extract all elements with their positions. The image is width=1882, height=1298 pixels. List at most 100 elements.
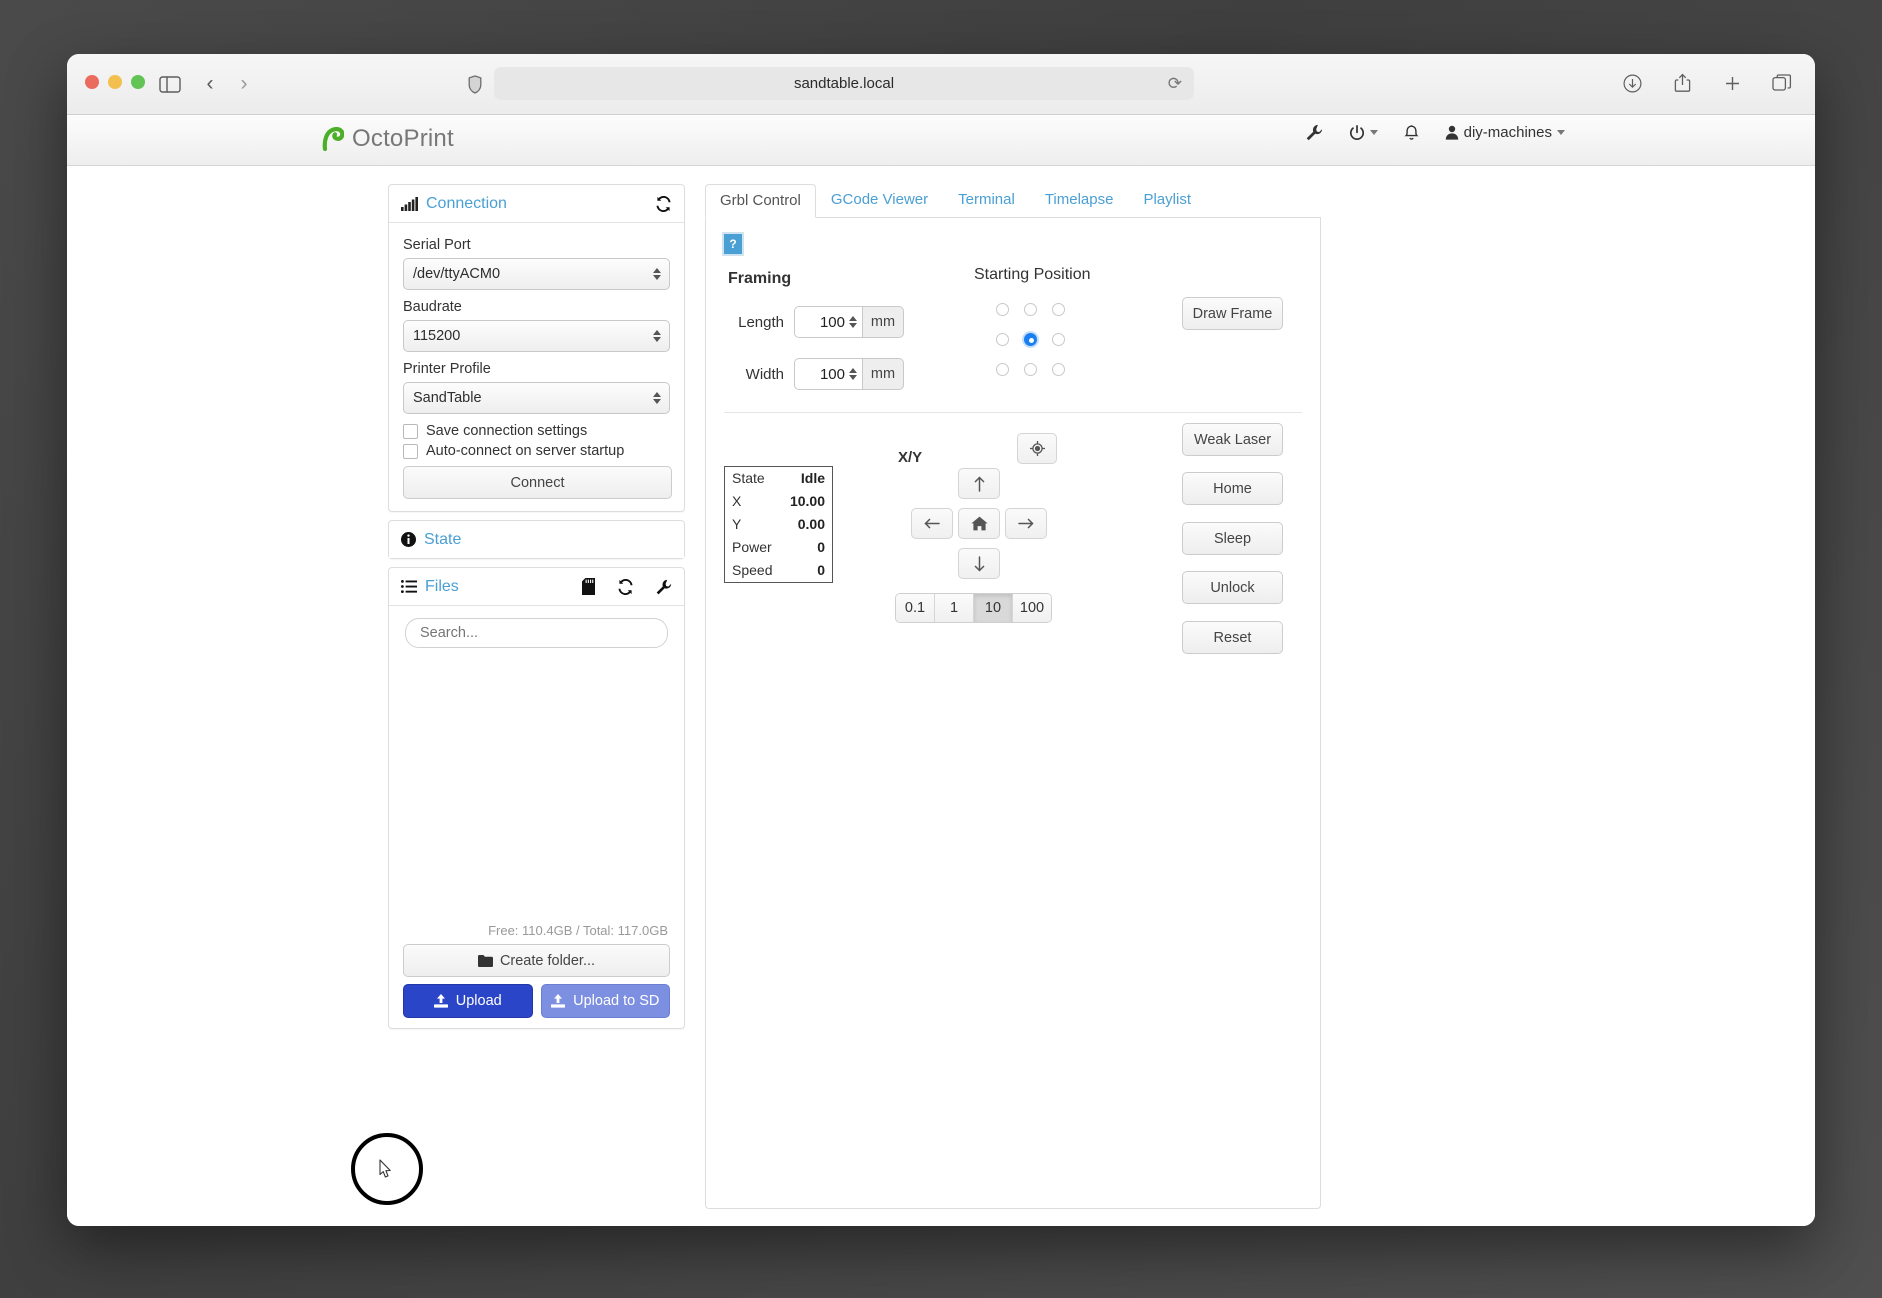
width-input-group: 100 mm: [794, 358, 904, 390]
wrench-icon[interactable]: [1306, 124, 1323, 141]
reset-button[interactable]: Reset: [1182, 621, 1283, 654]
maximize-window-button[interactable]: [131, 75, 145, 89]
status-value: 0.00: [797, 516, 825, 532]
start-pos-radio-bottom-right[interactable]: [1051, 362, 1065, 376]
length-value: 100: [819, 313, 845, 331]
width-input[interactable]: 100: [794, 358, 862, 390]
sidebar-toggle-icon[interactable]: [156, 70, 184, 98]
printer-profile-select[interactable]: SandTable: [403, 382, 670, 414]
length-unit: mm: [862, 306, 904, 338]
step-size-10-button[interactable]: 10: [974, 594, 1013, 622]
step-size-0.1-button[interactable]: 0.1: [896, 594, 935, 622]
search-input[interactable]: [405, 618, 668, 648]
close-window-button[interactable]: [85, 75, 99, 89]
step-size-1-button[interactable]: 1: [935, 594, 974, 622]
weak-laser-button[interactable]: Weak Laser: [1182, 423, 1283, 456]
width-value: 100: [819, 365, 845, 383]
files-panel-header[interactable]: Files: [389, 568, 684, 606]
start-pos-radio-top-center[interactable]: [1023, 302, 1037, 316]
start-pos-radio-mid-left[interactable]: [995, 332, 1009, 346]
machine-status-table: State Idle X 10.00 Y 0.00 Power 0 Speed …: [724, 466, 833, 583]
baudrate-select[interactable]: 115200: [403, 320, 670, 352]
start-pos-radio-center[interactable]: [1023, 332, 1037, 346]
start-pos-radio-mid-right[interactable]: [1051, 332, 1065, 346]
user-menu[interactable]: diy-machines: [1445, 124, 1565, 141]
crosshair-icon[interactable]: [1017, 433, 1057, 464]
upload-to-sd-button[interactable]: Upload to SD: [540, 984, 670, 1018]
home-button[interactable]: Home: [1182, 472, 1283, 505]
baudrate-value: 115200: [413, 328, 461, 344]
octoprint-brand[interactable]: OctoPrint: [322, 125, 454, 153]
tab-playlist[interactable]: Playlist: [1128, 183, 1206, 217]
save-connection-settings-checkbox[interactable]: [403, 423, 418, 439]
jog-y-minus-button[interactable]: [958, 548, 1000, 579]
files-search-wrap: [389, 606, 684, 658]
autoconnect-row[interactable]: Auto-connect on server startup: [403, 443, 670, 459]
sd-card-icon[interactable]: [582, 578, 595, 595]
upload-to-sd-label: Upload to SD: [573, 993, 660, 1009]
power-icon[interactable]: [1349, 124, 1378, 141]
forward-chevron-icon[interactable]: ›: [232, 70, 256, 98]
width-label: Width: [745, 365, 784, 383]
connection-panel-header[interactable]: Connection: [389, 185, 684, 223]
table-row: Y 0.00: [725, 513, 832, 536]
bell-icon[interactable]: [1403, 124, 1419, 141]
tab-overview-icon[interactable]: [1769, 68, 1795, 98]
tab-grbl-control[interactable]: Grbl Control: [705, 184, 816, 218]
state-title-text: State: [424, 530, 462, 548]
jog-home-button[interactable]: [958, 508, 1000, 539]
jog-x-minus-button[interactable]: [911, 508, 953, 539]
printer-profile-label: Printer Profile: [403, 361, 491, 377]
tab-bar: Grbl Control GCode Viewer Terminal Timel…: [705, 184, 1321, 218]
chevron-updown-icon[interactable]: [849, 316, 857, 328]
refresh-icon[interactable]: [655, 195, 672, 212]
length-input[interactable]: 100: [794, 306, 862, 338]
upload-label: Upload: [455, 993, 502, 1009]
folder-icon: [477, 954, 493, 967]
connection-panel: Connection Serial Port /dev/ttyACM0 Baud…: [388, 184, 685, 512]
autoconnect-checkbox[interactable]: [403, 443, 418, 459]
unlock-button[interactable]: Unlock: [1182, 571, 1283, 604]
step-size-group: 0.1 1 10 100: [895, 593, 1052, 623]
help-icon[interactable]: ?: [722, 232, 744, 256]
upload-button[interactable]: Upload: [403, 984, 533, 1018]
minimize-window-button[interactable]: [108, 75, 122, 89]
browser-window: ‹ › sandtable.local ⟳ OctoPrint diy-mach…: [67, 54, 1815, 1226]
sleep-button[interactable]: Sleep: [1182, 522, 1283, 555]
refresh-icon[interactable]: [617, 578, 634, 595]
chevron-updown-icon: [653, 330, 661, 342]
tab-timelapse[interactable]: Timelapse: [1030, 183, 1129, 217]
back-chevron-icon[interactable]: ‹: [198, 70, 222, 98]
start-pos-radio-top-left[interactable]: [995, 302, 1009, 316]
connect-button[interactable]: Connect: [403, 466, 672, 499]
table-row: State Idle: [725, 467, 832, 490]
address-bar[interactable]: sandtable.local ⟳: [494, 67, 1194, 100]
chevron-updown-icon[interactable]: [849, 368, 857, 380]
autoconnect-label: Auto-connect on server startup: [426, 443, 625, 459]
status-key: Power: [732, 539, 772, 555]
state-panel-header[interactable]: State: [389, 521, 684, 558]
jog-x-plus-button[interactable]: [1005, 508, 1047, 539]
jog-y-plus-button[interactable]: [958, 468, 1000, 499]
start-pos-radio-bottom-left[interactable]: [995, 362, 1009, 376]
share-icon[interactable]: [1669, 68, 1695, 98]
privacy-shield-icon[interactable]: [464, 70, 486, 98]
download-icon[interactable]: [1619, 68, 1645, 98]
step-size-100-button[interactable]: 100: [1013, 594, 1051, 622]
reload-icon[interactable]: ⟳: [1168, 74, 1182, 94]
status-key: Y: [732, 516, 742, 532]
start-pos-radio-top-right[interactable]: [1051, 302, 1065, 316]
connection-panel-body: Serial Port /dev/ttyACM0 Baudrate 115200: [389, 223, 684, 511]
draw-frame-button[interactable]: Draw Frame: [1182, 297, 1283, 330]
create-folder-button[interactable]: Create folder...: [403, 944, 670, 977]
wrench-icon[interactable]: [656, 579, 672, 595]
connection-panel-title: Connection: [401, 195, 507, 213]
new-tab-icon[interactable]: [1719, 68, 1745, 98]
save-connection-settings-row[interactable]: Save connection settings: [403, 423, 670, 439]
tab-terminal[interactable]: Terminal: [943, 183, 1030, 217]
serial-port-select[interactable]: /dev/ttyACM0: [403, 258, 670, 290]
files-panel-title: Files: [401, 578, 459, 596]
framing-length-row: Length 100 mm: [730, 306, 904, 338]
tab-gcode-viewer[interactable]: GCode Viewer: [816, 183, 943, 217]
start-pos-radio-bottom-center[interactable]: [1023, 362, 1037, 376]
